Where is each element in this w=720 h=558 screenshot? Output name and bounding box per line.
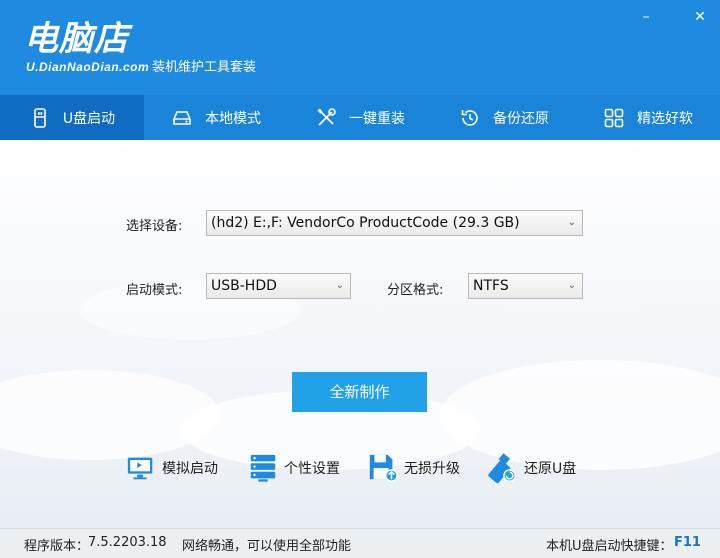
- usb-drive-icon: [29, 107, 51, 129]
- nav-item-usb-boot[interactable]: U盘启动: [0, 95, 144, 140]
- brand-logo: 电脑店: [24, 19, 129, 59]
- device-select-value: (hd2) E:,F: VendorCo ProductCode (29.3 G…: [211, 215, 520, 231]
- nav-label: 备份还原: [493, 110, 549, 127]
- monitor-simulate-icon: [124, 451, 158, 485]
- nav-label: 一键重装: [349, 110, 405, 127]
- tool-label: 无损升级: [404, 461, 460, 477]
- chevron-down-icon: ⌄: [567, 280, 576, 291]
- tool-label: 个性设置: [284, 461, 340, 477]
- status-bar: 程序版本： 7.5.2203.18 网络畅通，可以使用全部功能 本机U盘启动快捷…: [0, 528, 720, 558]
- boot-mode-select[interactable]: USB-HDD ⌄: [206, 273, 351, 299]
- hotkey-label: 本机U盘启动快捷键：: [546, 539, 673, 554]
- main-panel: 选择设备: (hd2) E:,F: VendorCo ProductCode (…: [0, 140, 720, 528]
- tool-label: 模拟启动: [162, 461, 218, 477]
- tool-restore-usb[interactable]: 还原U盘: [486, 451, 576, 485]
- create-new-button[interactable]: 全新制作: [292, 372, 427, 412]
- version-value: 7.5.2203.18: [88, 535, 167, 550]
- tool-personal-settings[interactable]: 个性设置: [246, 451, 340, 485]
- server-settings-icon: [246, 451, 280, 485]
- partition-select[interactable]: NTFS ⌄: [468, 273, 583, 299]
- minimize-button[interactable]: –: [636, 8, 656, 26]
- cloud-decoration: [440, 360, 720, 470]
- tool-lossless-upgrade[interactable]: 无损升级: [366, 451, 460, 485]
- chevron-down-icon: ⌄: [335, 280, 344, 291]
- partition-value: NTFS: [473, 278, 509, 294]
- partition-label: 分区格式:: [387, 283, 444, 298]
- nav-item-featured-apps[interactable]: 精选好软: [576, 95, 720, 140]
- title-bar: 电脑店 U.DianNaoDian.com 装机维护工具套装 – ✕: [0, 0, 720, 95]
- nav-label: U盘启动: [62, 110, 116, 127]
- nav-item-reinstall[interactable]: 一键重装: [288, 95, 432, 140]
- nav-item-local-mode[interactable]: 本地模式: [144, 95, 288, 140]
- apps-grid-icon: [603, 107, 625, 129]
- chevron-down-icon: ⌄: [567, 217, 576, 228]
- close-button[interactable]: ✕: [690, 8, 710, 26]
- restore-clock-icon: [459, 107, 481, 129]
- brand-subtitle: 装机维护工具套装: [152, 60, 257, 75]
- nav-label: 精选好软: [637, 110, 693, 127]
- tools-icon: [315, 107, 337, 129]
- boot-mode-label: 启动模式:: [126, 283, 183, 298]
- device-select[interactable]: (hd2) E:,F: VendorCo ProductCode (29.3 G…: [206, 210, 583, 236]
- version-label: 程序版本：: [24, 539, 90, 554]
- usb-restore-icon: [486, 451, 520, 485]
- brand-url: U.DianNaoDian.com: [26, 60, 150, 74]
- boot-mode-value: USB-HDD: [211, 278, 277, 294]
- tool-simulate-boot[interactable]: 模拟启动: [124, 451, 218, 485]
- floppy-upgrade-icon: [366, 451, 400, 485]
- nav-label: 本地模式: [205, 110, 261, 127]
- nav-item-backup-restore[interactable]: 备份还原: [432, 95, 576, 140]
- device-label: 选择设备:: [126, 219, 183, 234]
- main-nav: U盘启动 本地模式 一键重装 备份还原 精选好软: [0, 95, 720, 140]
- network-status: 网络畅通，可以使用全部功能: [182, 539, 352, 554]
- hard-disk-icon: [171, 107, 193, 129]
- app-window: 电脑店 U.DianNaoDian.com 装机维护工具套装 – ✕ U盘启动 …: [0, 0, 720, 558]
- cloud-decoration: [0, 370, 220, 460]
- hotkey-value: F11: [674, 535, 701, 550]
- tool-label: 还原U盘: [524, 461, 577, 477]
